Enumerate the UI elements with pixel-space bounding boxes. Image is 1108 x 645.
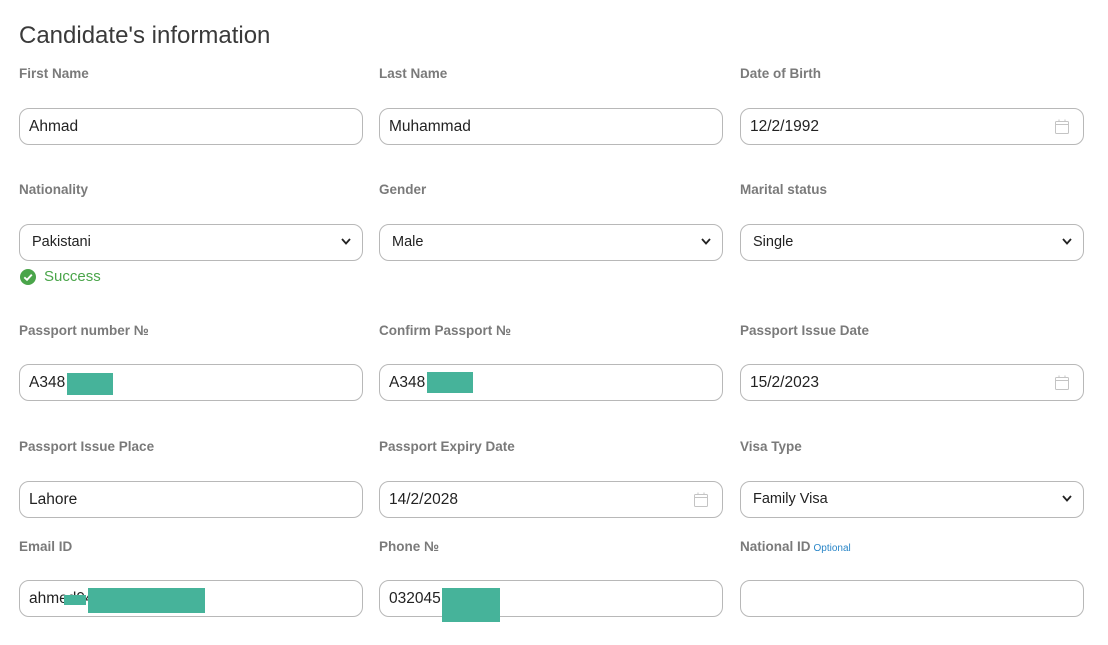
marital-value: Single <box>753 234 794 250</box>
passport-value: A348 <box>29 374 66 391</box>
page-title: Candidate's information <box>19 22 271 49</box>
marital-select[interactable]: Single <box>740 224 1084 261</box>
nationality-success-message: Success <box>20 268 101 285</box>
issue-date-input[interactable]: 15/2/2023 <box>740 364 1084 401</box>
check-circle-icon <box>20 268 36 285</box>
first-name-input[interactable]: Ahmad <box>19 108 363 145</box>
first-name-value: Ahmad <box>29 118 79 135</box>
nationality-select[interactable]: Pakistani <box>19 224 363 261</box>
dob-input[interactable]: 12/2/1992 <box>740 108 1084 145</box>
optional-tag: Optional <box>813 543 851 554</box>
redaction-block <box>442 588 500 622</box>
candidate-form: Candidate's information First Name Ahmad… <box>0 0 1108 645</box>
issue-place-input[interactable]: Lahore <box>19 481 363 518</box>
chevron-down-icon <box>701 238 711 245</box>
redaction-block <box>67 373 113 395</box>
chevron-down-icon <box>341 238 351 245</box>
dob-value: 12/2/1992 <box>750 118 819 135</box>
gender-label: Gender <box>379 182 427 197</box>
confirm-passport-value: A348 <box>389 374 426 391</box>
gender-select[interactable]: Male <box>379 224 723 261</box>
expiry-date-input[interactable]: 14/2/2028 <box>379 481 723 518</box>
redaction-block <box>64 595 86 605</box>
redaction-block <box>88 588 205 613</box>
calendar-icon[interactable] <box>1055 119 1069 134</box>
chevron-down-icon <box>1062 238 1072 245</box>
visa-type-select[interactable]: Family Visa <box>740 481 1084 518</box>
confirm-passport-input[interactable]: A348 <box>379 364 723 401</box>
success-text: Success <box>44 268 101 285</box>
email-input[interactable]: ahmed94 <box>19 580 363 617</box>
first-name-label: First Name <box>19 66 89 81</box>
passport-input[interactable]: A348 <box>19 364 363 401</box>
visa-type-value: Family Visa <box>753 491 828 507</box>
issue-date-label: Passport Issue Date <box>740 323 870 338</box>
national-id-label: National ID Optional <box>740 539 851 554</box>
calendar-icon[interactable] <box>694 492 708 507</box>
dob-label: Date of Birth <box>740 66 821 81</box>
nationality-value: Pakistani <box>32 234 91 250</box>
gender-value: Male <box>392 234 424 250</box>
expiry-date-label: Passport Expiry Date <box>379 439 515 454</box>
email-label: Email ID <box>19 539 73 554</box>
confirm-passport-label: Confirm Passport № <box>379 323 512 338</box>
expiry-date-value: 14/2/2028 <box>389 491 458 508</box>
phone-input[interactable]: 032045 <box>379 580 723 622</box>
phone-label: Phone № <box>379 539 440 554</box>
national-id-input[interactable] <box>740 580 1084 617</box>
passport-label: Passport number № <box>19 323 149 338</box>
visa-type-label: Visa Type <box>740 439 802 454</box>
last-name-label: Last Name <box>379 66 448 81</box>
national-id-label-text: National ID <box>740 539 811 554</box>
chevron-down-icon <box>1062 495 1072 502</box>
issue-place-value: Lahore <box>29 491 78 508</box>
redaction-block <box>427 372 473 393</box>
phone-value: 032045 <box>389 590 441 607</box>
issue-place-label: Passport Issue Place <box>19 439 155 454</box>
last-name-input[interactable]: Muhammad <box>379 108 723 145</box>
marital-label: Marital status <box>740 182 828 197</box>
issue-date-value: 15/2/2023 <box>750 374 819 391</box>
calendar-icon[interactable] <box>1055 375 1069 390</box>
nationality-label: Nationality <box>19 182 89 197</box>
last-name-value: Muhammad <box>389 118 471 135</box>
